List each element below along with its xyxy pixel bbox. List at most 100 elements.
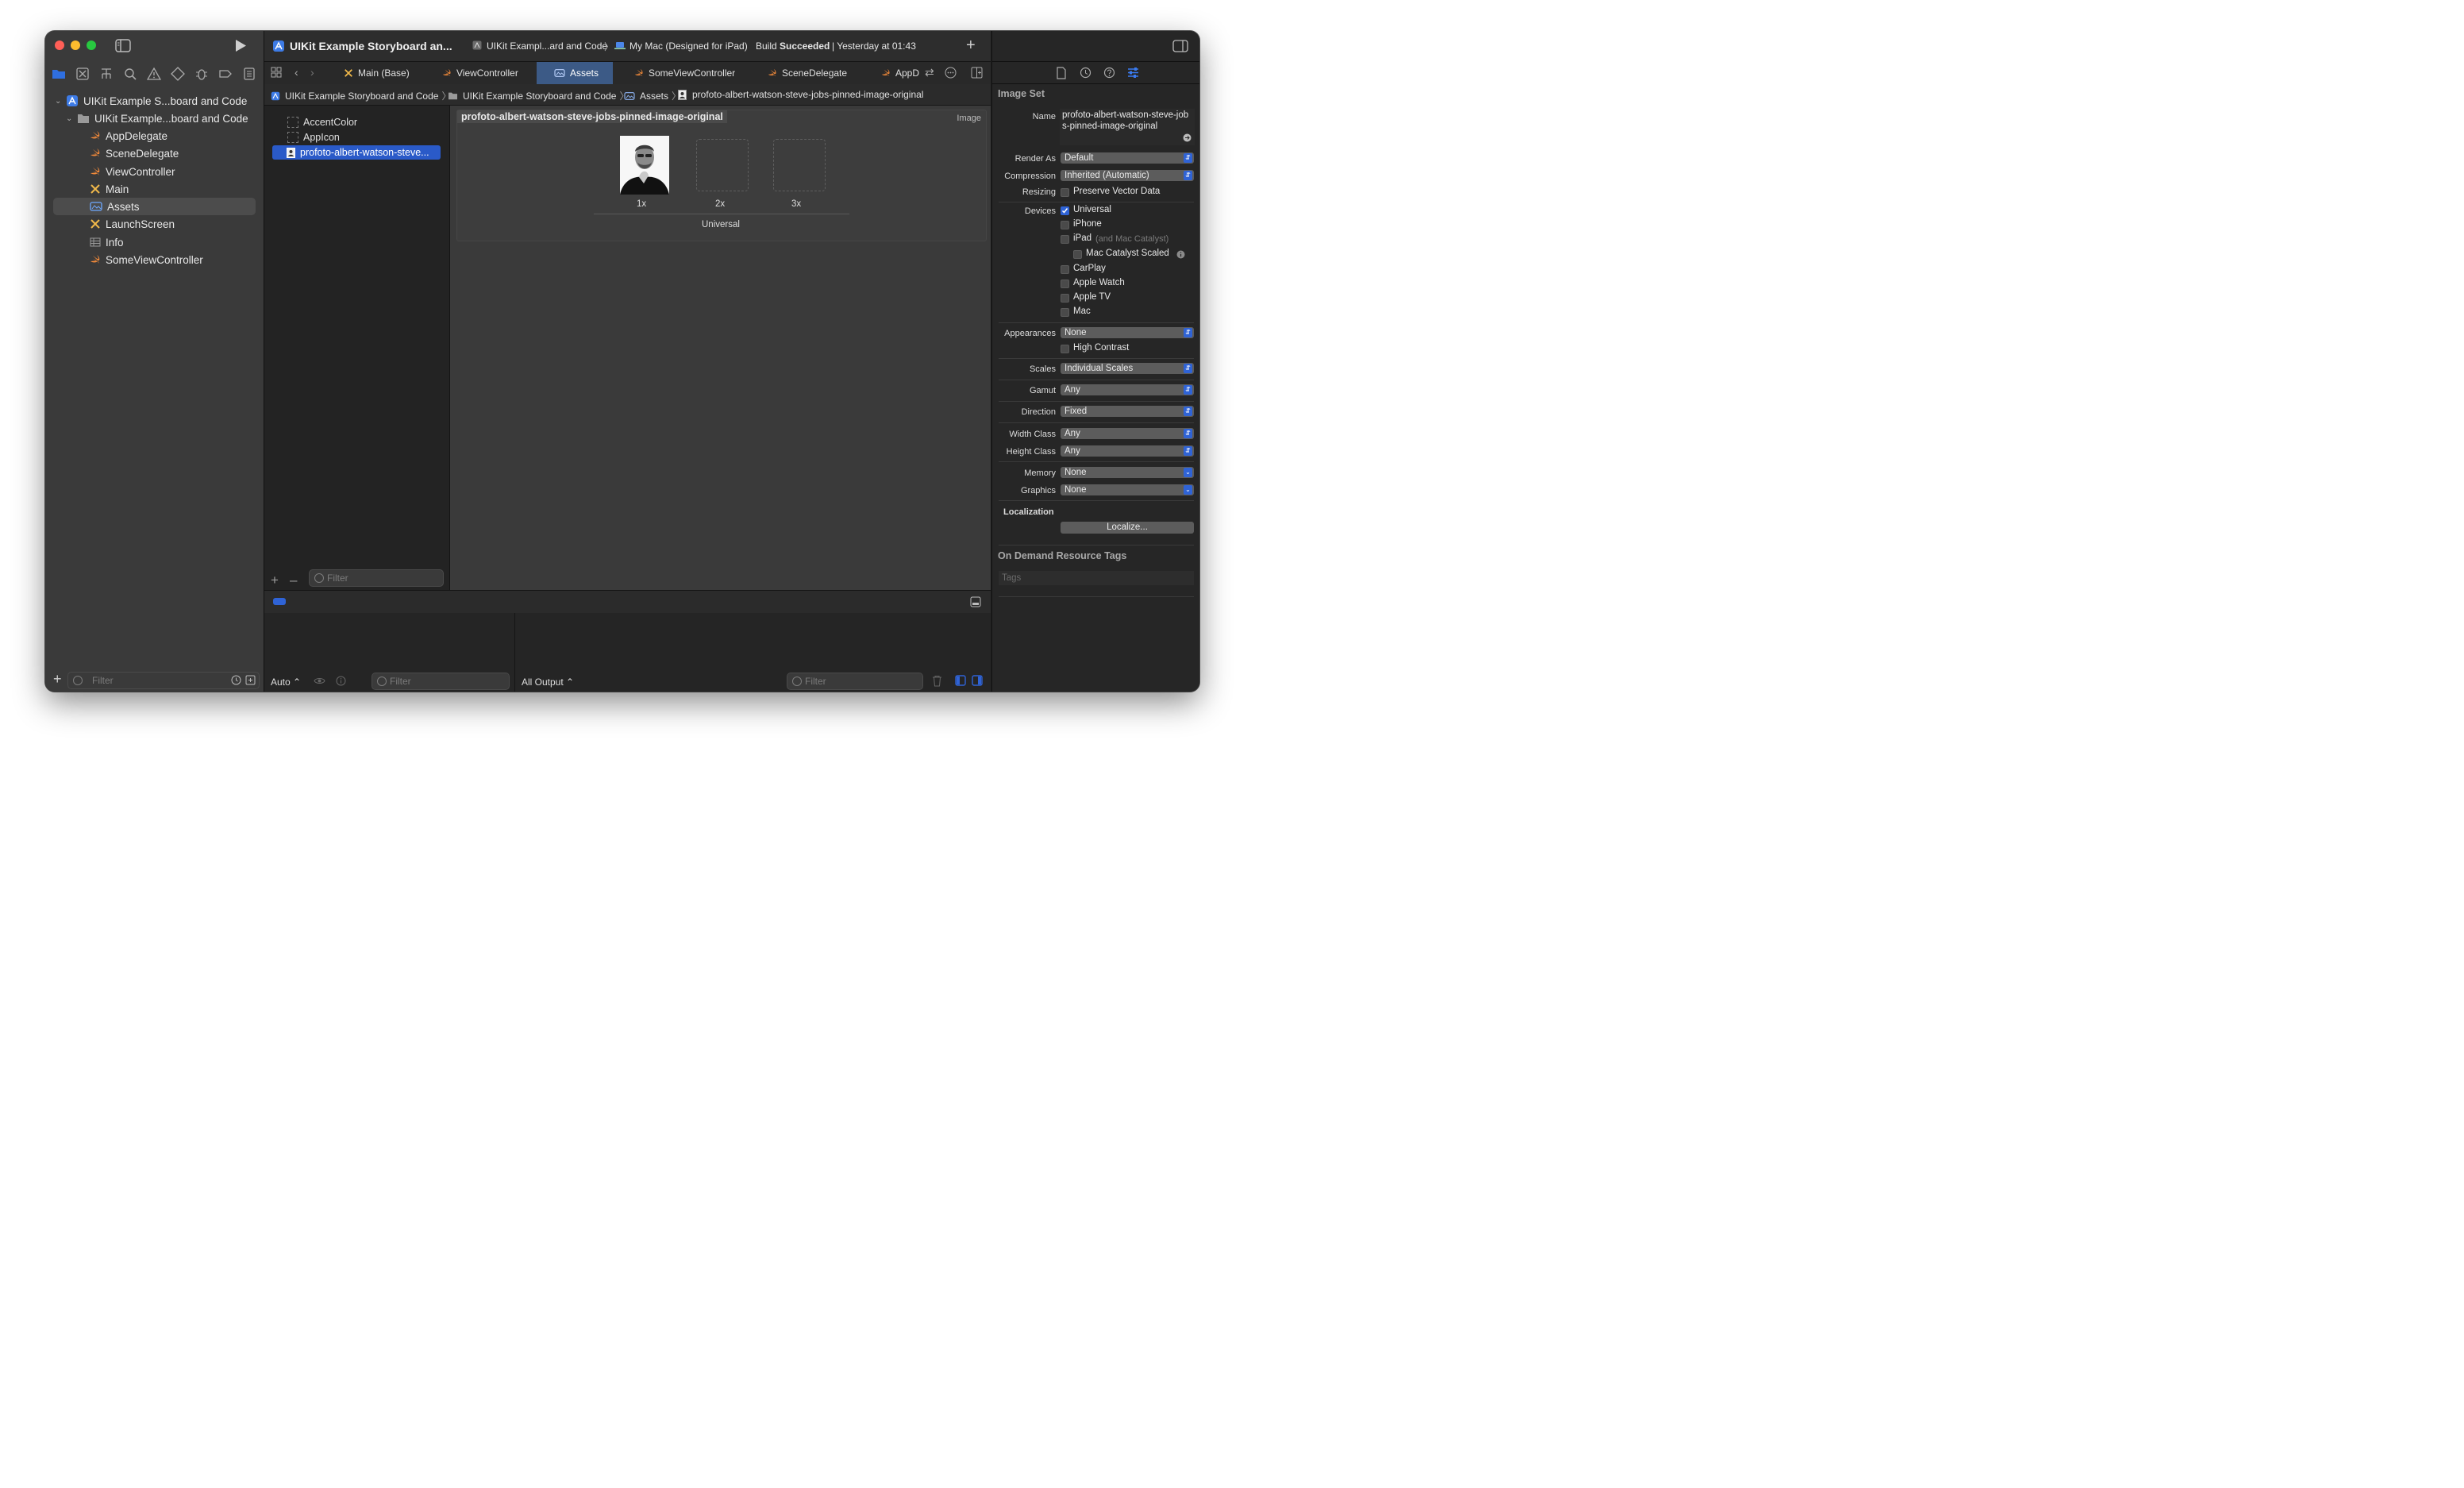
symbol-navigator-icon[interactable] <box>99 67 114 81</box>
related-items-icon[interactable] <box>271 67 282 78</box>
tree-item-main[interactable]: Main <box>45 180 264 198</box>
gamut-popup[interactable]: Any ⇵ <box>1061 384 1194 395</box>
tree-item-appdelegate[interactable]: AppDelegate <box>45 127 264 145</box>
height-class-popup[interactable]: Any ⇵ <box>1061 445 1194 457</box>
eye-icon[interactable] <box>314 677 325 685</box>
show-variables-icon[interactable] <box>955 675 966 686</box>
device-mac-checkbox[interactable] <box>1061 308 1069 317</box>
asset-item-appicon[interactable]: AppIcon <box>272 130 441 145</box>
add-tab-button[interactable]: + <box>966 37 976 55</box>
variables-filter-input[interactable]: Filter <box>372 673 510 690</box>
source-control-navigator-icon[interactable] <box>75 67 90 81</box>
editor-options-icon[interactable] <box>945 67 957 79</box>
tree-item-assets[interactable]: Assets <box>53 198 256 215</box>
add-file-button[interactable]: + <box>53 672 62 686</box>
tree-item-someviewcontroller[interactable]: SomeViewController <box>45 251 264 268</box>
tree-item-scenedelegate[interactable]: SceneDelegate <box>45 145 264 162</box>
forward-chevron-icon[interactable]: › <box>310 66 314 79</box>
go-arrow-icon[interactable] <box>1183 133 1192 142</box>
remove-asset-button[interactable]: – <box>290 572 297 588</box>
help-inspector-icon[interactable] <box>1103 67 1115 79</box>
memory-popup[interactable]: None ⌄ <box>1061 467 1194 478</box>
recent-files-icon[interactable] <box>231 675 241 685</box>
run-button[interactable] <box>234 39 247 52</box>
tab-someviewcontroller[interactable]: SomeViewController <box>634 62 753 84</box>
zoom-window-button[interactable] <box>87 40 96 50</box>
report-navigator-icon[interactable] <box>242 67 256 81</box>
info-icon[interactable] <box>1176 250 1185 259</box>
tree-item-info[interactable]: Info <box>45 233 264 251</box>
split-editor-icon[interactable] <box>971 67 983 79</box>
device-mac-catalyst-checkbox[interactable] <box>1073 250 1082 259</box>
graphics-popup[interactable]: None ⌄ <box>1061 484 1194 495</box>
tree-item-project[interactable]: ⌄ UIKit Example S...board and Code <box>45 92 264 110</box>
tab-viewcontroller[interactable]: ViewController <box>433 62 542 84</box>
asset-filter-input[interactable]: Filter <box>309 569 444 587</box>
tree-item-viewcontroller[interactable]: ViewController <box>45 163 264 180</box>
info-icon[interactable] <box>336 676 346 686</box>
width-class-popup[interactable]: Any ⇵ <box>1061 428 1194 439</box>
breadcrumb-project[interactable]: UIKit Example Storyboard and Code 〉 <box>271 89 451 102</box>
scales-popup[interactable]: Individual Scales ⇵ <box>1061 363 1194 374</box>
tab-main[interactable]: Main (Base) <box>334 62 433 84</box>
tab-appdelegate[interactable]: AppD <box>881 62 919 84</box>
high-contrast-checkbox[interactable] <box>1061 345 1069 353</box>
trash-icon[interactable] <box>932 675 942 687</box>
history-inspector-icon[interactable] <box>1080 67 1091 79</box>
variables-scope-popup[interactable]: Auto ⌃ <box>271 677 301 688</box>
scheme-selector[interactable]: UIKit Exampl...ard and Code <box>487 40 607 52</box>
folder-navigator-icon[interactable] <box>52 67 66 81</box>
find-navigator-icon[interactable] <box>123 67 137 81</box>
breadcrumb-group[interactable]: UIKit Example Storyboard and Code 〉 <box>448 89 629 102</box>
close-window-button[interactable] <box>55 40 64 50</box>
device-universal-checkbox[interactable] <box>1061 206 1069 215</box>
refresh-canvas-icon[interactable]: ⇄ <box>925 66 934 79</box>
add-asset-button[interactable]: + <box>271 572 279 588</box>
breakpoint-navigator-icon[interactable] <box>218 67 233 81</box>
back-chevron-icon[interactable]: ‹ <box>295 66 298 79</box>
device-apple-watch-checkbox[interactable] <box>1061 279 1069 288</box>
name-value: profoto-albert-watson-steve-jobs-pinned-… <box>1062 110 1189 131</box>
device-carplay-checkbox[interactable] <box>1061 265 1069 274</box>
compression-popup[interactable]: Inherited (Automatic) ⇵ <box>1061 170 1194 181</box>
breadcrumb-catalog[interactable]: Assets 〉 <box>624 89 681 102</box>
breadcrumb-asset[interactable]: profoto-albert-watson-steve-jobs-pinned-… <box>678 89 923 100</box>
device-iphone-checkbox[interactable] <box>1061 221 1069 229</box>
inspector-toggle-icon[interactable] <box>1172 40 1188 52</box>
device-apple-tv-checkbox[interactable] <box>1061 294 1069 303</box>
render-as-popup[interactable]: Default ⇵ <box>1061 152 1194 164</box>
hide-debug-area-icon[interactable] <box>970 596 981 607</box>
output-scope-popup[interactable]: All Output ⌃ <box>522 677 574 688</box>
disclosure-chevron-icon[interactable]: ⌄ <box>55 97 63 106</box>
preserve-vector-checkbox[interactable] <box>1061 188 1069 197</box>
run-destination-selector[interactable]: My Mac (Designed for iPad) <box>629 40 748 52</box>
appearances-popup[interactable]: None ⇵ <box>1061 327 1194 338</box>
image-slot-3x[interactable] <box>773 139 826 191</box>
show-console-icon[interactable] <box>972 675 983 686</box>
console-filter-input[interactable]: Filter <box>787 673 923 690</box>
asset-item-accentcolor[interactable]: AccentColor <box>272 115 441 129</box>
scm-filter-icon[interactable] <box>245 675 256 685</box>
minimize-window-button[interactable] <box>71 40 80 50</box>
tree-item-group[interactable]: ⌄ UIKit Example...board and Code <box>45 110 264 127</box>
tab-scenedelegate[interactable]: SceneDelegate <box>768 62 863 84</box>
breakpoints-toggle-icon[interactable] <box>273 598 286 605</box>
attributes-inspector-icon[interactable] <box>1127 67 1139 79</box>
issue-navigator-icon[interactable] <box>147 67 161 81</box>
image-slot-1x[interactable] <box>620 136 669 195</box>
device-ipad-checkbox[interactable] <box>1061 235 1069 244</box>
tags-input[interactable]: Tags <box>999 571 1194 585</box>
localize-button[interactable]: Localize... <box>1061 522 1194 534</box>
file-inspector-icon[interactable] <box>1056 67 1067 79</box>
image-slot-2x[interactable] <box>696 139 749 191</box>
disclosure-chevron-icon[interactable]: ⌄ <box>66 114 74 123</box>
debug-navigator-icon[interactable] <box>194 67 209 81</box>
asset-item-profoto[interactable]: profoto-albert-watson-steve... <box>272 145 441 160</box>
direction-popup[interactable]: Fixed ⇵ <box>1061 406 1194 417</box>
sidebar-toggle-icon[interactable] <box>115 39 131 52</box>
tree-item-launchscreen[interactable]: LaunchScreen <box>45 215 264 233</box>
navigator-filter-input[interactable]: Filter <box>67 672 260 689</box>
test-navigator-icon[interactable] <box>171 67 185 81</box>
tab-assets[interactable]: Assets <box>537 62 613 84</box>
name-field[interactable]: profoto-albert-watson-steve-jobs-pinned-… <box>1060 109 1195 145</box>
